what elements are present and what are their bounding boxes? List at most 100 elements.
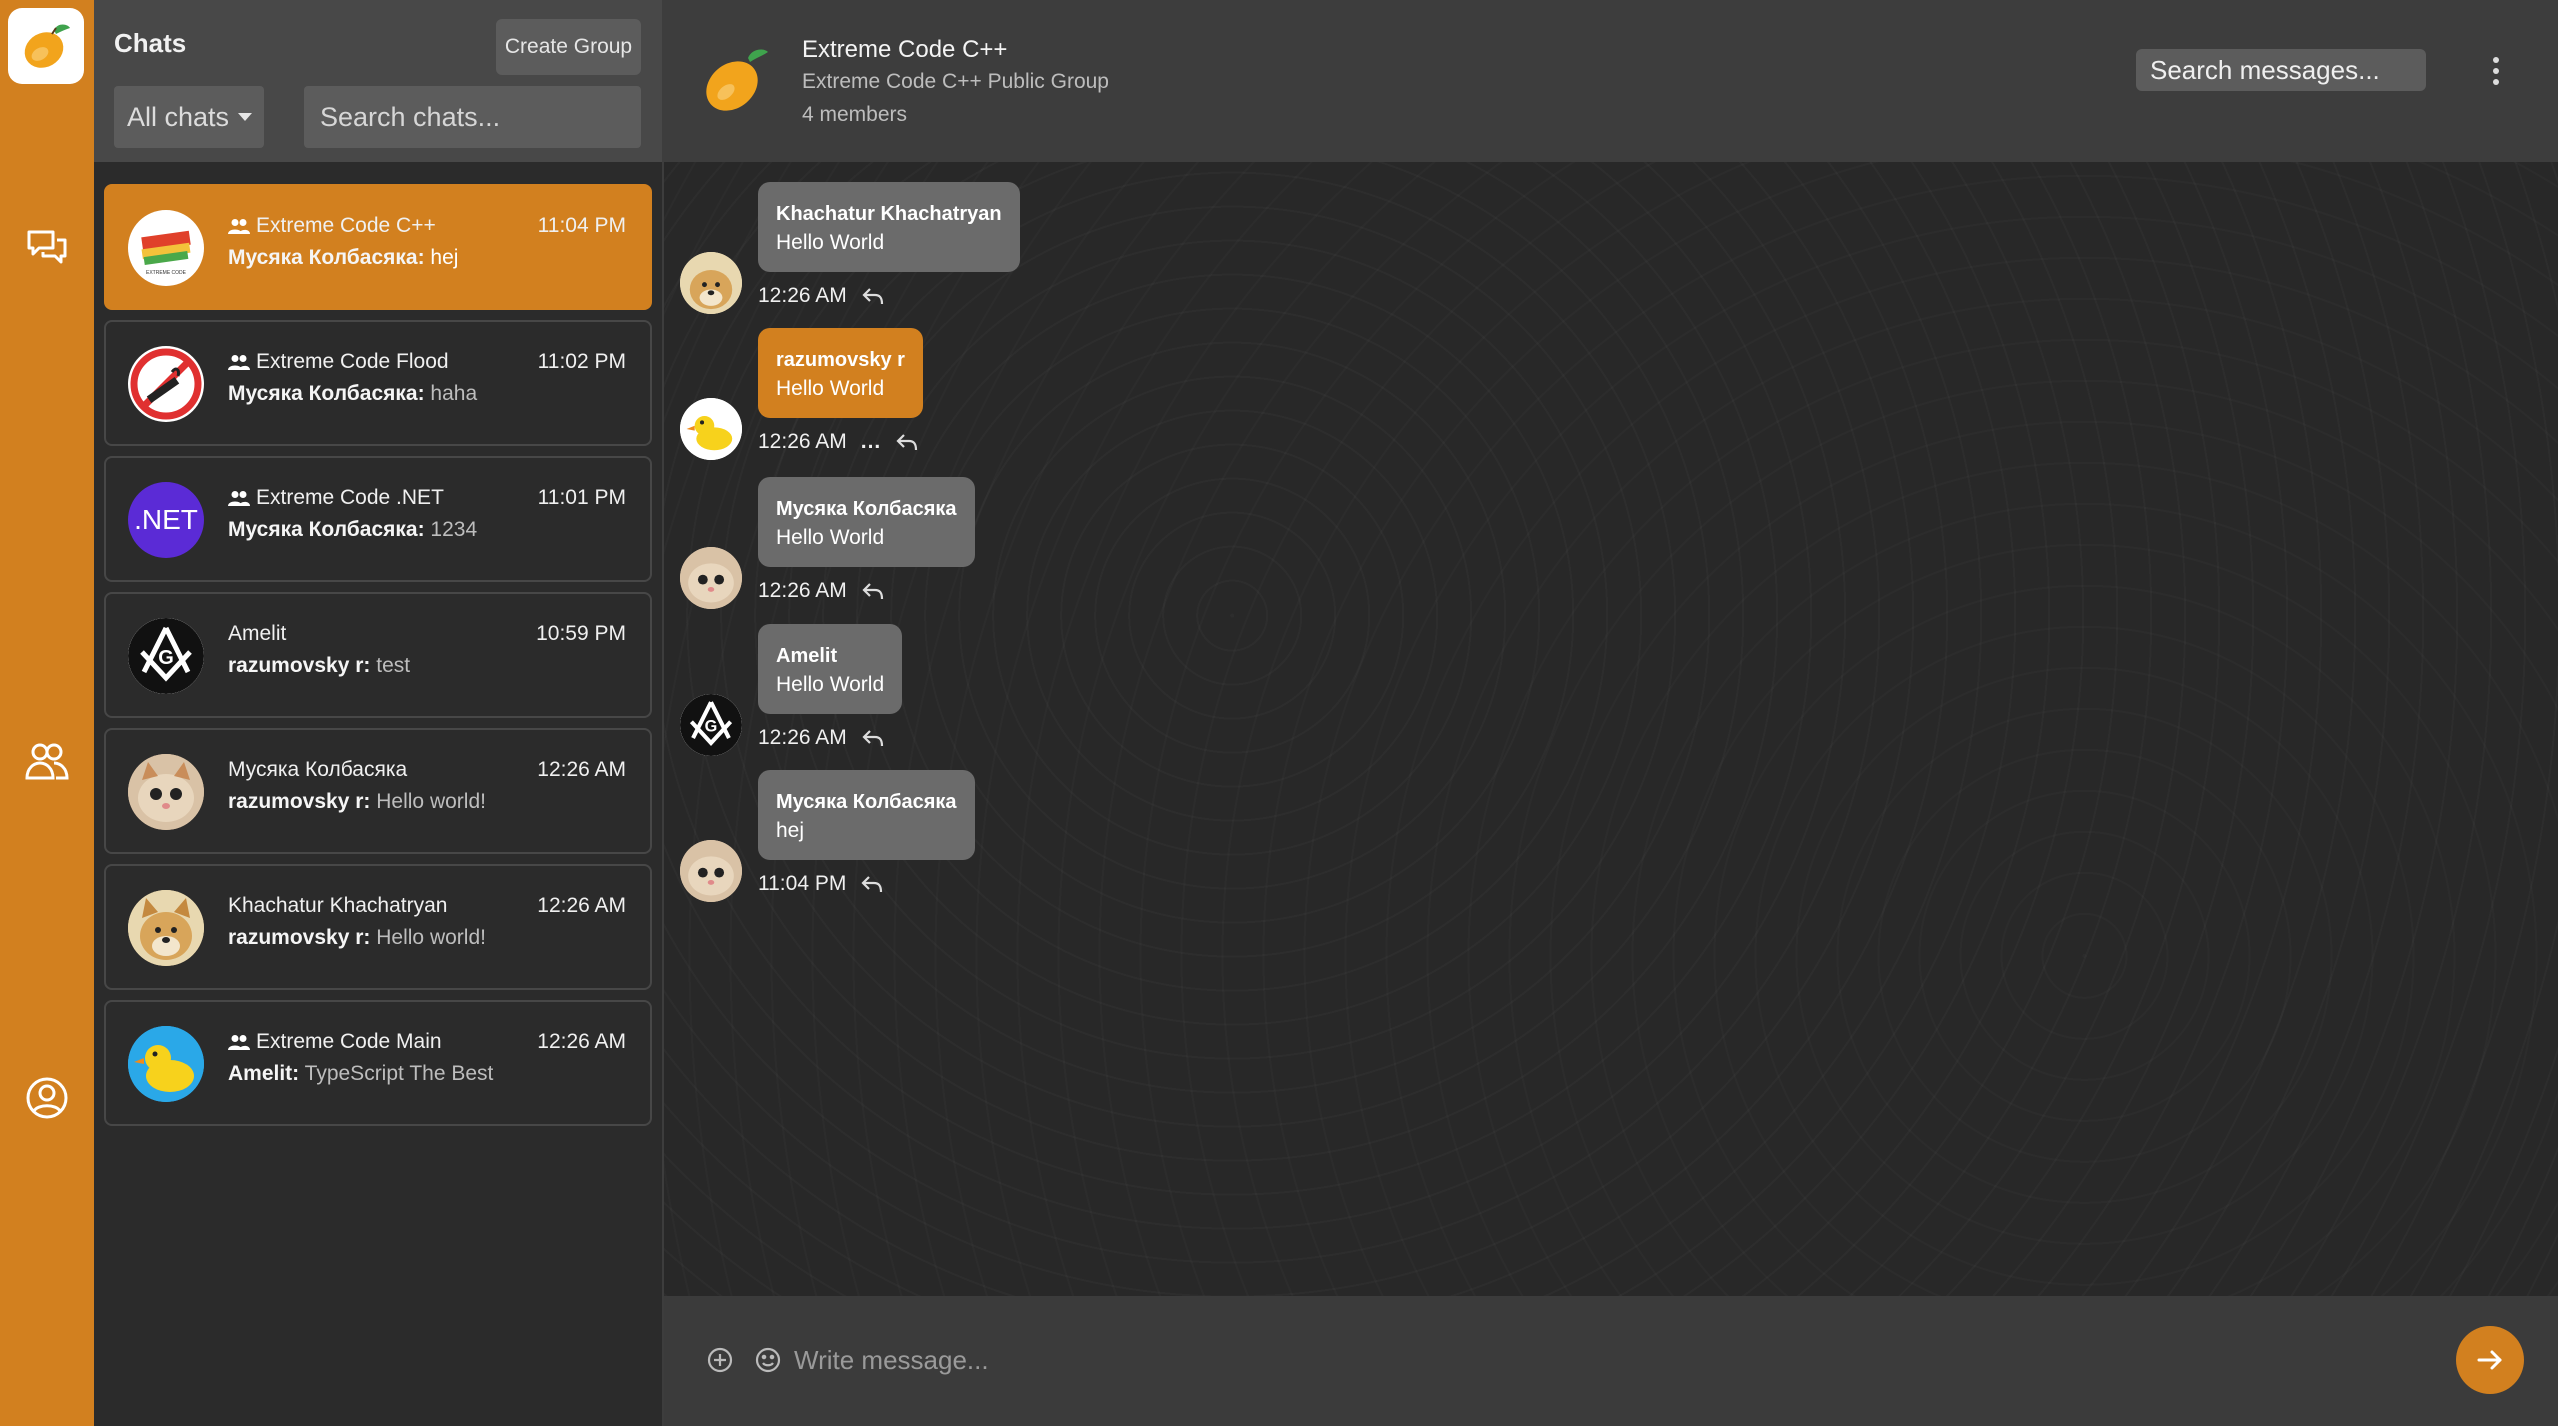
message-time: 11:04 PM [758,872,847,895]
chat-preview: razumovsky r: Hello world! [228,926,486,950]
chat-avatar [128,346,204,422]
svg-text:EXTREME CODE: EXTREME CODE [146,270,187,276]
chat-filter-select[interactable]: All chats [114,86,264,148]
chat-name: Мусяка Колбасяка [228,758,407,782]
chat-subtitle: Extreme Code C++ Public Group [802,70,1109,93]
chat-name: Extreme Code .NET [228,486,444,510]
chat-preview: Мусяка Колбасяка: hej [228,246,458,270]
chat-time: 11:01 PM [537,486,626,509]
message-meta: 12:26 AM [758,284,885,308]
message-time: 12:26 AM [758,430,847,453]
chat-list-item[interactable]: Мусяка Колбасяка 12:26 AM razumovsky r: … [104,728,652,854]
sender-avatar[interactable]: G [680,694,742,756]
chat-preview: razumovsky r: test [228,654,410,678]
more-vertical-icon[interactable] [2490,56,2502,86]
duck-avatar-icon [128,1026,204,1102]
message-bubble[interactable]: Мусяка Колбасяка Hello World [758,477,975,567]
message-sender: Мусяка Колбасяка [776,791,957,813]
chat-list-item[interactable]: G Amelit 10:59 PM razumovsky r: test [104,592,652,718]
chat-header: Extreme Code C++ Extreme Code C++ Public… [664,0,2558,162]
chat-preview-text: haha [430,382,478,405]
doge-avatar-icon [128,890,204,966]
arrow-right-icon [2477,1350,2502,1370]
chat-list-panel: Chats Create Group All chats EXTREME COD… [94,0,664,1426]
sender-avatar[interactable] [680,398,742,460]
add-attachment-icon[interactable] [706,1346,734,1374]
message-time: 12:26 AM [758,284,847,307]
chat-preview-text: Hello world! [376,790,486,813]
send-button[interactable] [2456,1326,2524,1394]
chat-filter-value: All chats [127,101,230,132]
more-horizontal-icon[interactable]: ... [861,430,882,454]
chat-list-header: Chats Create Group All chats [94,0,662,162]
contacts-icon[interactable] [19,733,75,789]
message-text: Hello World [776,377,885,400]
reply-icon[interactable] [895,432,919,452]
reply-icon[interactable] [861,728,885,748]
chat-preview-sender: Мусяка Колбасяка: [228,518,425,541]
sender-avatar[interactable] [680,252,742,314]
emoji-icon[interactable] [754,1346,782,1374]
sender-avatar[interactable] [680,547,742,609]
message-time: 12:26 AM [758,579,847,602]
group-icon [228,355,250,370]
sender-avatar[interactable] [680,840,742,902]
chat-name: Extreme Code Main [228,1030,442,1054]
app-rail [0,0,94,1426]
chat-name: Extreme Code C++ [228,214,436,238]
chat-preview: Amelit: TypeScript The Best [228,1062,493,1086]
chat-name-text: Khachatur Khachatryan [228,894,448,917]
chat-list-item[interactable]: Extreme Code Flood 11:02 PM Мусяка Колба… [104,320,652,446]
chat-time: 10:59 PM [536,622,626,645]
message-text: Hello World [776,526,885,549]
chat-list: EXTREME CODE Extreme Code C++ 11:04 PM М… [104,184,652,1136]
message-list: Khachatur Khachatryan Hello World 12:26 … [664,162,2558,1296]
message-bubble[interactable]: Мусяка Колбасяка hej [758,770,975,860]
svg-text:G: G [158,647,174,669]
message-sender: Khachatur Khachatryan [776,203,1002,225]
chat-name-text: Мусяка Колбасяка [228,758,408,781]
message-sender: Amelit [776,645,838,667]
message-bubble[interactable]: razumovsky r Hello World [758,328,923,418]
chat-list-item[interactable]: Khachatur Khachatryan 12:26 AM razumovsk… [104,864,652,990]
message-sender: Мусяка Колбасяка [776,498,957,520]
reply-icon[interactable] [861,286,885,306]
chat-preview-text: 1234 [430,518,478,541]
message: Amelit Hello World G 12:26 AM [664,624,1564,764]
svg-text:G: G [705,718,718,736]
chat-list-item[interactable]: .NET Extreme Code .NET 11:01 PM Мусяка К… [104,456,652,582]
chat-title: Extreme Code C++ [802,36,1008,63]
message-bubble[interactable]: Khachatur Khachatryan Hello World [758,182,1020,272]
profile-icon[interactable] [19,1070,75,1126]
search-messages-input[interactable] [2136,49,2426,91]
chat-name: Amelit [228,622,286,646]
chat-list-item[interactable]: Extreme Code Main 12:26 AM Amelit: TypeS… [104,1000,652,1126]
message-text: Hello World [776,673,885,696]
chats-icon[interactable] [19,220,75,276]
chat-list-item[interactable]: EXTREME CODE Extreme Code C++ 11:04 PM М… [104,184,652,310]
reply-icon[interactable] [861,581,885,601]
search-chats-input[interactable] [304,86,641,148]
chat-time: 12:26 AM [537,894,626,917]
group-avatar[interactable] [694,36,780,122]
chat-name-text: Extreme Code Flood [256,350,449,373]
chat-preview: Мусяка Колбасяка: haha [228,382,477,406]
message-bubble[interactable]: Amelit Hello World [758,624,903,714]
chat-time: 12:26 AM [537,1030,626,1053]
message: Мусяка Колбасяка Hello World 12:26 AM [664,477,1564,617]
message-input[interactable] [794,1334,1994,1386]
chat-preview-text: TypeScript The Best [304,1062,494,1085]
cat-avatar-icon [128,754,204,830]
chat-preview-sender: Amelit: [228,1062,300,1085]
message-composer [664,1296,2558,1426]
mango-logo-icon[interactable] [8,8,84,84]
message-sender: razumovsky r [776,349,905,371]
panel-title: Chats [114,28,187,58]
create-group-button[interactable]: Create Group [496,19,641,75]
reply-icon[interactable] [860,874,884,894]
message-meta: 11:04 PM [758,872,884,896]
chat-preview: razumovsky r: Hello world! [228,790,486,814]
dotnet-avatar-text: .NET [134,504,198,535]
chat-name-text: Extreme Code C++ [256,214,436,237]
chat-preview-sender: Мусяка Колбасяка: [228,382,425,405]
